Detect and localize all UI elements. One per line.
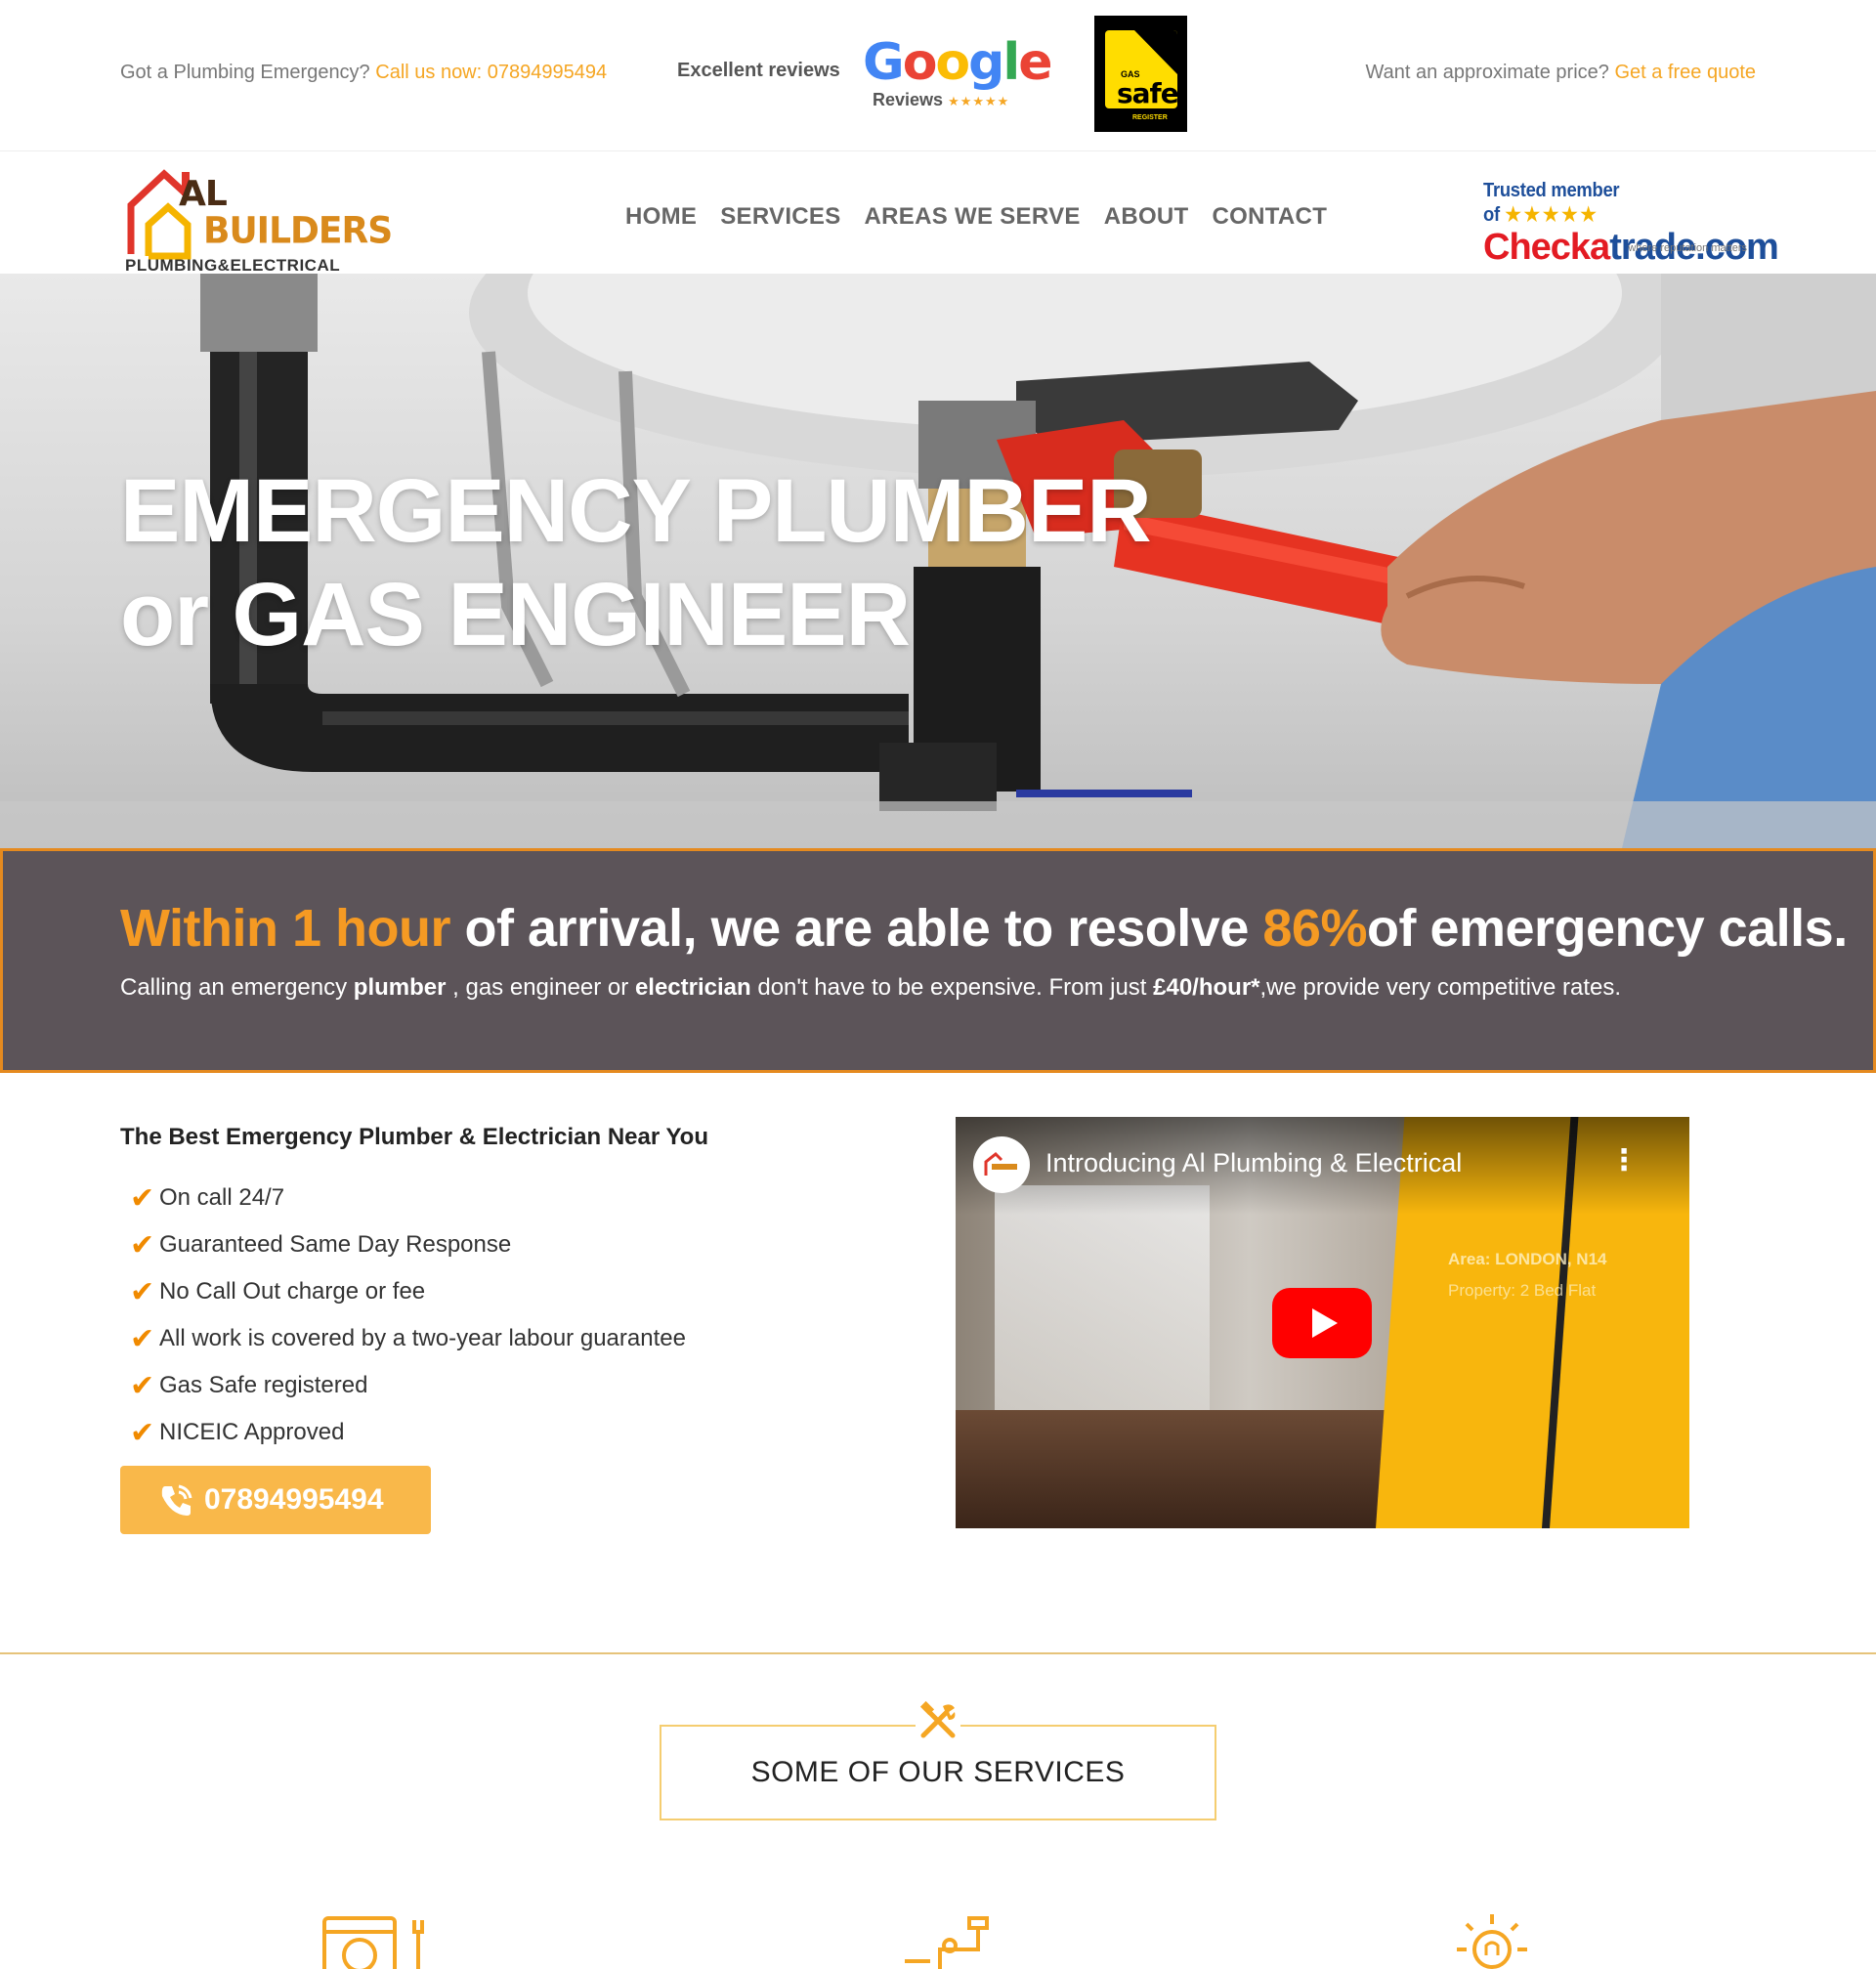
- emergency-text: Got a Plumbing Emergency?: [120, 62, 370, 83]
- channel-avatar[interactable]: [973, 1136, 1030, 1193]
- call-button-label: 07894995494: [204, 1483, 384, 1516]
- site-logo[interactable]: AL BUILDERS PLUMBING&ELECTRICAL: [125, 162, 393, 275]
- video-title[interactable]: Introducing Al Plumbing & Electrical: [1045, 1148, 1462, 1178]
- google-reviews-sub: Reviews ★★★★★: [873, 90, 1010, 109]
- gas-safe-logo: GAS safe REGISTER: [1094, 16, 1187, 132]
- list-item: ✔ Gas Safe registered: [120, 1362, 863, 1409]
- lightbulb-icon: [1457, 1914, 1527, 1969]
- checkatrade-stars: ★★★★★: [1505, 204, 1599, 226]
- features-list: ✔ On call 24/7 ✔ Guaranteed Same Day Respo…: [120, 1175, 863, 1456]
- check-icon: ✔: [130, 1322, 155, 1355]
- checkatrade-trusted: Trusted member of ★★★★★: [1483, 180, 1620, 226]
- google-reviews-badge[interactable]: Google Reviews ★★★★★: [863, 33, 1053, 111]
- emergency-callout: Got a Plumbing Emergency? Call us now: 0…: [120, 62, 607, 84]
- nav-services[interactable]: SERVICES: [720, 203, 840, 231]
- nav-about[interactable]: ABOUT: [1104, 203, 1189, 231]
- play-icon: [1312, 1308, 1338, 1338]
- checkatrade-badge[interactable]: Trusted member of ★★★★★ Checkatrade.com w…: [1483, 180, 1779, 268]
- section-divider: [0, 1652, 1876, 1654]
- banner-subtext: Calling an emergency plumber , gas engin…: [120, 974, 1621, 1001]
- video-property-text: Property: 2 Bed Flat: [1448, 1281, 1597, 1300]
- channel-logo-icon: [984, 1151, 1017, 1176]
- list-item: ✔ On call 24/7: [120, 1175, 863, 1221]
- video-floor-image: [956, 1410, 1405, 1528]
- washing-machine-icon: [322, 1916, 424, 1969]
- gas-safe-safe: safe: [1117, 77, 1179, 109]
- call-now-link[interactable]: Call us now: 07894995494: [375, 62, 607, 83]
- check-icon: ✔: [130, 1228, 155, 1262]
- logo-al: AL: [179, 174, 228, 214]
- hero-title: EMERGENCY PLUMBER or GAS ENGINEER: [120, 461, 1152, 664]
- google-stars: ★★★★★: [948, 94, 1010, 108]
- main-nav: HOME SERVICES AREAS WE SERVE ABOUT CONTA…: [625, 203, 1327, 231]
- check-icon: ✔: [130, 1369, 155, 1402]
- nav-areas-we-serve[interactable]: AREAS WE SERVE: [865, 203, 1081, 231]
- tools-icon: [916, 1698, 960, 1743]
- checkatrade-tagline: where reputation matters: [1628, 242, 1747, 254]
- call-button[interactable]: 07894995494: [120, 1466, 431, 1534]
- services-heading: SOME OF OUR SERVICES: [750, 1756, 1126, 1788]
- main-header: AL BUILDERS PLUMBING&ELECTRICAL HOME SER…: [0, 152, 1876, 275]
- nav-contact[interactable]: CONTACT: [1213, 203, 1328, 231]
- more-options-icon[interactable]: ⋮: [1609, 1146, 1639, 1176]
- nav-home[interactable]: HOME: [625, 203, 697, 231]
- free-quote-link[interactable]: Get a free quote: [1614, 62, 1756, 83]
- features-heading: The Best Emergency Plumber & Electrician…: [120, 1124, 708, 1150]
- play-button[interactable]: [1272, 1288, 1372, 1358]
- video-embed[interactable]: Introducing Al Plumbing & Electrical ⋮ A…: [956, 1117, 1689, 1528]
- check-icon: ✔: [130, 1275, 155, 1308]
- logo-builders: BUILDERS: [203, 209, 393, 253]
- google-logo: Google: [863, 33, 1053, 92]
- top-bar: Got a Plumbing Emergency? Call us now: 0…: [0, 0, 1876, 151]
- features-section: The Best Emergency Plumber & Electrician…: [120, 1124, 863, 1534]
- check-icon: ✔: [130, 1181, 155, 1215]
- video-area-text: Area: LONDON, N14: [1448, 1250, 1607, 1268]
- logo-tagline: PLUMBING&ELECTRICAL: [125, 256, 341, 275]
- list-item: ✔ Guaranteed Same Day Response: [120, 1221, 863, 1268]
- gas-safe-register: REGISTER: [1132, 114, 1168, 121]
- video-window-image: [995, 1185, 1210, 1420]
- phone-icon: [161, 1484, 192, 1516]
- tap-icon: [905, 1916, 989, 1969]
- list-item: ✔ All work is covered by a two-year labou…: [120, 1315, 863, 1362]
- promo-banner: Within 1 hour of arrival, we are able to…: [0, 848, 1876, 1073]
- quote-text: Want an approximate price?: [1365, 62, 1609, 83]
- list-item: ✔ NICEIC Approved: [120, 1409, 863, 1456]
- check-icon: ✔: [130, 1416, 155, 1449]
- hero-section: EMERGENCY PLUMBER or GAS ENGINEER: [0, 274, 1876, 848]
- quote-callout: Want an approximate price? Get a free qu…: [1366, 62, 1757, 84]
- list-item: ✔ No Call Out charge or fee: [120, 1268, 863, 1315]
- banner-headline: Within 1 hour of arrival, we are able to…: [120, 899, 1848, 958]
- reviews-label: Excellent reviews: [677, 60, 840, 81]
